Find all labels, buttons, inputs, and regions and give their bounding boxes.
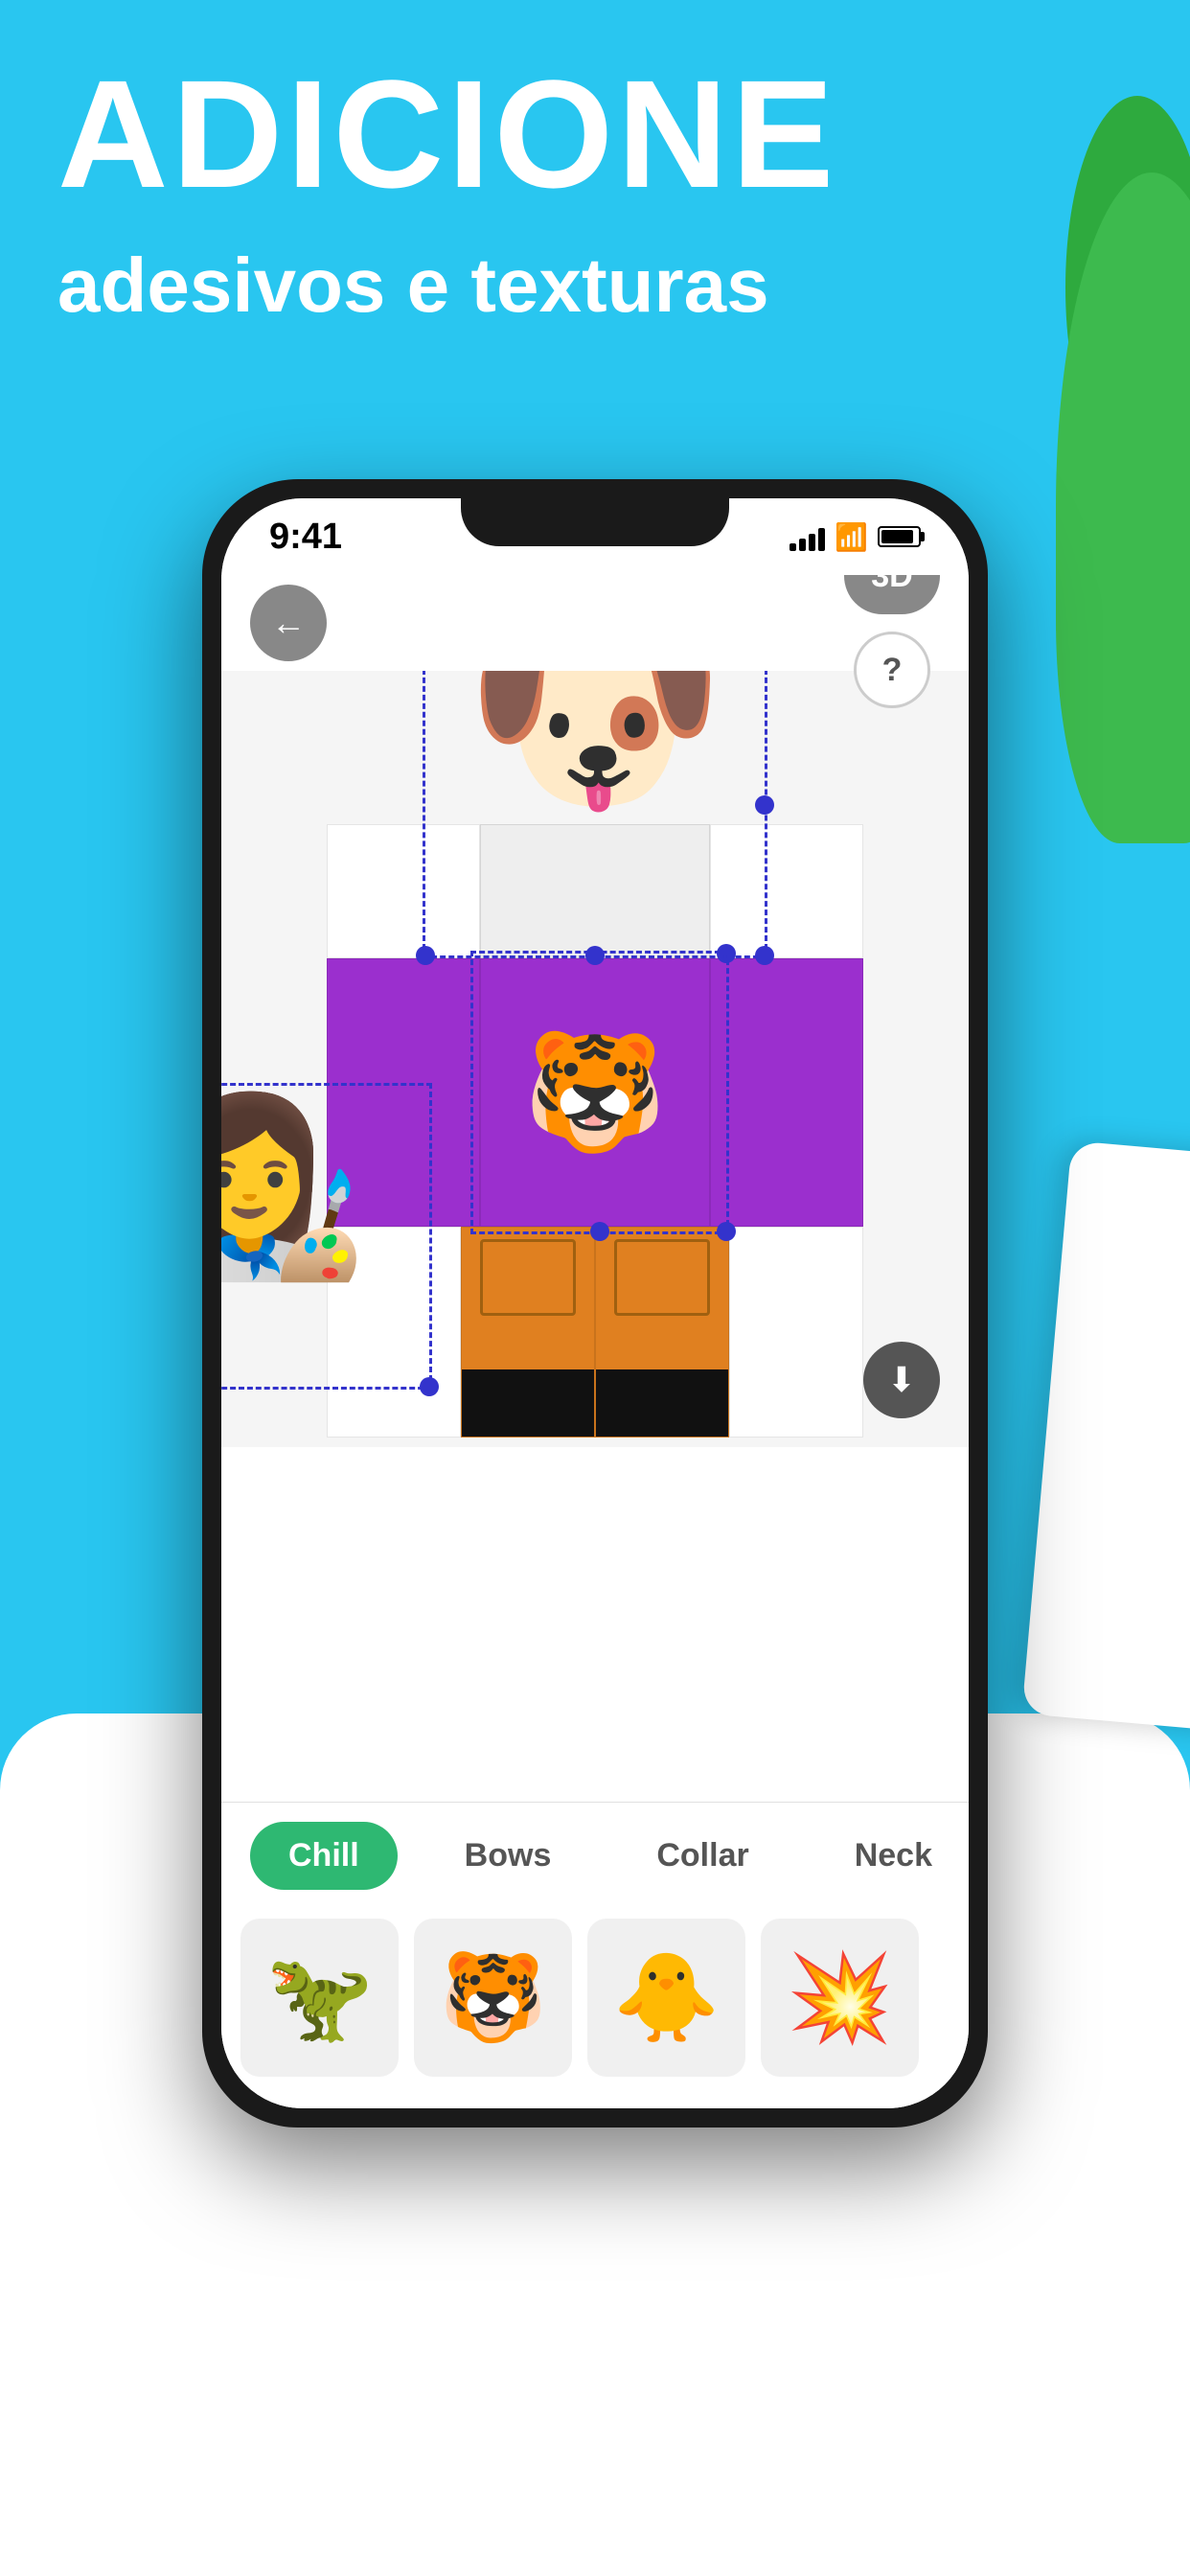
tab-collar[interactable]: Collar (618, 1822, 787, 1890)
handle-bl[interactable] (416, 946, 435, 965)
phone-frame: 9:41 📶 ← (202, 479, 988, 2128)
sticker-grid: 🦖 🐯 🐥 💥 (221, 1909, 969, 2086)
sticker-dinosaur[interactable]: 🦖 (240, 1919, 399, 2077)
tab-bows[interactable]: Bows (426, 1822, 590, 1890)
tab-neck[interactable]: Neck (816, 1822, 969, 1890)
bottom-panel: Chill Bows Collar Neck 🦖 🐯 🐥 💥 (221, 1802, 969, 2108)
phone-screen: 9:41 📶 ← (221, 498, 969, 2108)
status-icons: 📶 (790, 521, 921, 553)
sticker-duck[interactable]: 🐥 (587, 1919, 745, 2077)
sticker-bomb[interactable]: 💥 (761, 1919, 919, 2077)
canvas-area: 🐶 (221, 671, 969, 1447)
back-button[interactable]: ← (250, 585, 327, 661)
phone-container: 9:41 📶 ← (202, 479, 988, 2128)
subtitle: adesivos e texturas (57, 240, 1133, 332)
panel-torso: 🐯 (480, 958, 710, 1227)
handle-rm[interactable] (755, 795, 774, 815)
handle-bm[interactable] (585, 946, 605, 965)
status-time: 9:41 (269, 517, 342, 558)
panel-pant-gap-right (729, 1227, 863, 1438)
shiba-selection: 🐶 (423, 671, 767, 958)
girl-sticker-group[interactable]: 👩‍🎨 (221, 1083, 432, 1390)
panel-pant-right (595, 1227, 729, 1438)
panel-pant-left (461, 1227, 595, 1438)
shiba-sticker[interactable]: 🐶 (464, 671, 726, 824)
main-title: ADICIONE (57, 58, 1133, 211)
tab-chill[interactable]: Chill (250, 1822, 398, 1890)
app-content: ← 3D ? (221, 575, 969, 2108)
download-button[interactable]: ⬇ (863, 1342, 940, 1418)
btn-question[interactable]: ? (854, 632, 930, 708)
category-tabs: Chill Bows Collar Neck (221, 1803, 969, 1909)
app-toolbar: ← 3D ? (221, 575, 969, 671)
battery-icon (878, 526, 921, 547)
girl-sticker[interactable]: 👩‍🎨 (221, 1102, 369, 1275)
panel-sleeve-right (710, 958, 863, 1227)
phone-notch (461, 498, 729, 546)
sticker-tiger[interactable]: 🐯 (414, 1919, 572, 2077)
signal-icon (790, 522, 825, 551)
handle-br[interactable] (755, 946, 774, 965)
shiba-sticker-group[interactable]: 🐶 (423, 671, 767, 958)
girl-handle-br[interactable] (420, 1377, 439, 1396)
header: ADICIONE adesivos e texturas (57, 58, 1133, 332)
tiger-sticker[interactable]: 🐯 (523, 1035, 666, 1150)
wifi-icon: 📶 (835, 521, 868, 553)
